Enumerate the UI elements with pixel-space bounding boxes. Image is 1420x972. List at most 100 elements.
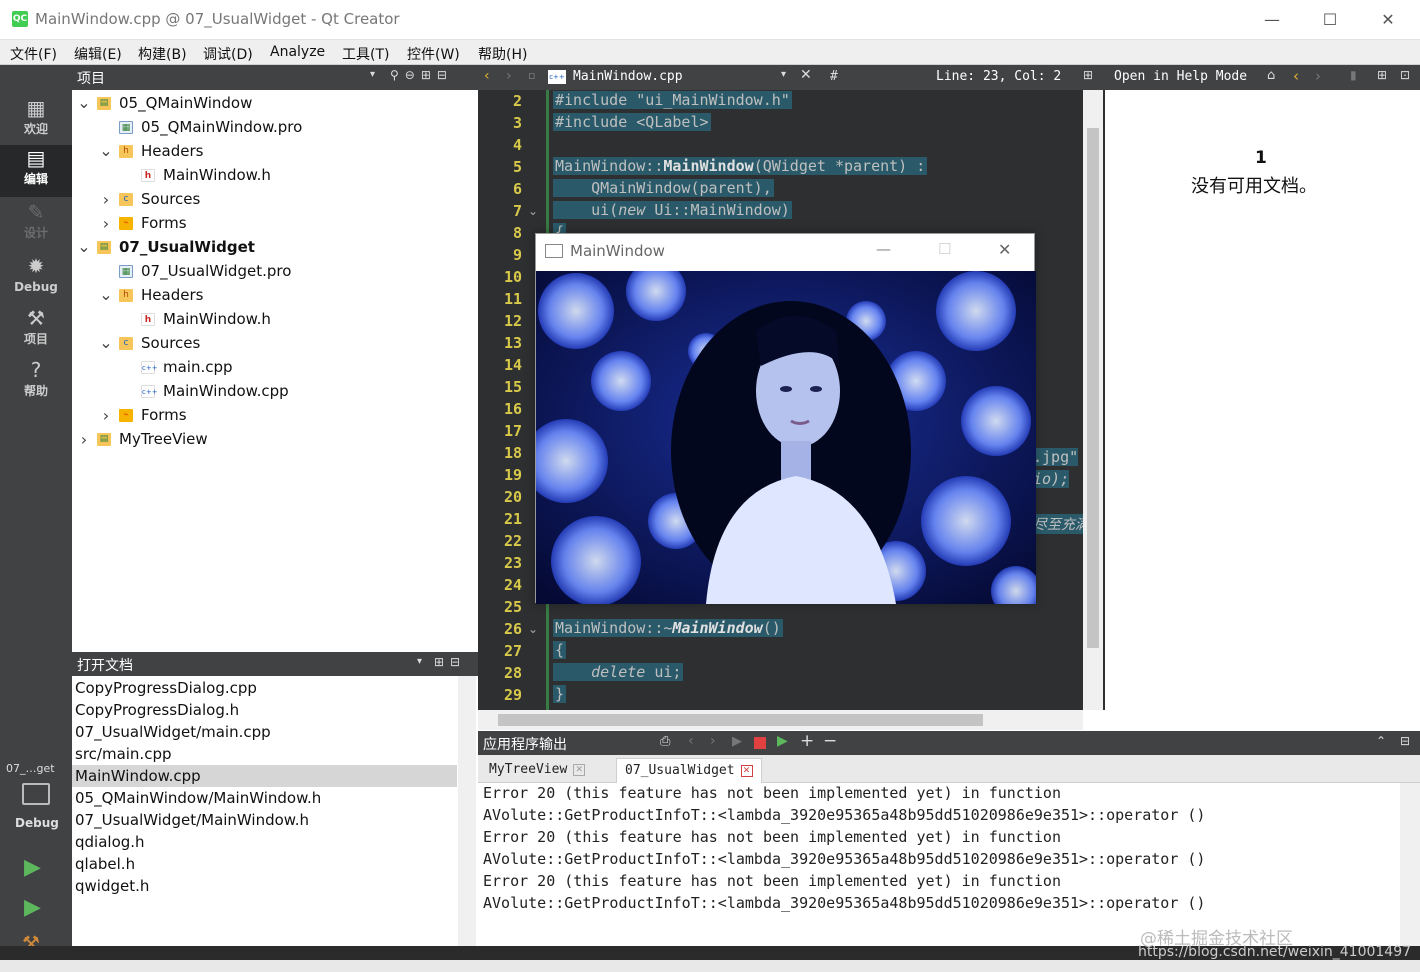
editor-vertical-scrollbar[interactable] xyxy=(1083,90,1103,710)
editor-file-name[interactable]: MainWindow.cpp xyxy=(573,69,683,84)
bookmark-icon[interactable]: ▮ xyxy=(1350,68,1357,82)
prev-arrow-icon[interactable]: ‹ xyxy=(688,733,694,749)
symbol-selector[interactable]: # xyxy=(830,69,838,84)
mode-edit[interactable]: ▤ 编辑 xyxy=(0,145,72,197)
zoom-out-icon[interactable]: − xyxy=(823,731,837,751)
mode-debug[interactable]: ✹ Debug xyxy=(0,253,72,305)
maximize-button[interactable]: ☐ xyxy=(1305,6,1355,34)
back-arrow-icon[interactable]: ‹ xyxy=(484,68,490,84)
mode-projects[interactable]: ⚒ 项目 xyxy=(0,305,72,357)
maximize-pane-icon[interactable]: ⌃ xyxy=(1376,734,1386,748)
open-document-item[interactable]: CopyProgressDialog.h xyxy=(72,699,457,721)
zoom-in-icon[interactable]: + xyxy=(800,731,814,751)
menu-edit[interactable]: 编辑(E) xyxy=(74,44,122,64)
open-document-item[interactable]: 07_UsualWidget/MainWindow.h xyxy=(72,809,457,831)
dropdown-arrow-icon[interactable]: ▾ xyxy=(781,69,786,80)
kit-name[interactable]: 07_…get xyxy=(6,762,55,775)
dropdown-arrow-icon[interactable]: ▾ xyxy=(370,69,375,80)
forward-arrow-icon[interactable]: › xyxy=(1315,67,1321,85)
menu-debug[interactable]: 调试(D) xyxy=(203,44,253,64)
chevron-down-icon[interactable]: ⌄ xyxy=(77,98,91,108)
open-document-item[interactable]: qlabel.h xyxy=(72,853,457,875)
split-icon[interactable]: ⊞ xyxy=(1083,68,1093,82)
chevron-down-icon[interactable]: ⌄ xyxy=(99,290,113,300)
chevron-right-icon[interactable]: › xyxy=(99,214,113,233)
close-button[interactable]: ✕ xyxy=(1363,6,1413,34)
next-arrow-icon[interactable]: › xyxy=(710,733,716,749)
tree-item[interactable]: ⌄hHeaders xyxy=(99,283,203,307)
mode-welcome[interactable]: ▦ 欢迎 xyxy=(0,95,72,147)
menu-widgets[interactable]: 控件(W) xyxy=(407,44,460,64)
chevron-down-icon[interactable]: ⌄ xyxy=(99,146,113,156)
open-document-item[interactable]: 05_QMainWindow/MainWindow.h xyxy=(72,787,457,809)
attach-icon[interactable]: ⎙ xyxy=(660,734,670,749)
open-document-item[interactable]: MainWindow.cpp xyxy=(72,765,457,787)
debug-run-icon[interactable]: ▶ xyxy=(24,895,41,920)
menu-tools[interactable]: 工具(T) xyxy=(342,44,389,64)
chevron-right-icon[interactable]: › xyxy=(99,190,113,209)
debug-run-icon[interactable]: ▶ xyxy=(777,733,788,749)
mode-help[interactable]: ? 帮助 xyxy=(0,357,72,409)
fold-marker-icon[interactable]: ⌄ xyxy=(528,622,538,636)
tree-item[interactable]: ›cSources xyxy=(99,187,200,211)
rerun-icon[interactable]: ▶ xyxy=(732,734,742,749)
tree-item[interactable]: ▦07_UsualWidget.pro xyxy=(99,259,291,283)
tree-item[interactable]: hMainWindow.h xyxy=(121,307,271,331)
mode-design[interactable]: ✎ 设计 xyxy=(0,199,72,251)
scroll-thumb[interactable] xyxy=(1087,128,1099,648)
menu-help[interactable]: 帮助(H) xyxy=(478,44,527,64)
tab-mytreeview[interactable]: MyTreeView✕ xyxy=(481,758,593,783)
pane-toolbar-icons[interactable]: ⊞⊟ xyxy=(434,655,466,669)
chevron-right-icon[interactable]: › xyxy=(77,430,91,449)
back-arrow-icon[interactable]: ‹ xyxy=(1293,67,1299,85)
close-document-icon[interactable]: ✕ xyxy=(800,67,812,83)
open-document-item[interactable]: qwidget.h xyxy=(72,875,457,897)
tree-item[interactable]: c++main.cpp xyxy=(121,355,233,379)
output-scrollbar[interactable] xyxy=(1400,783,1420,946)
home-icon[interactable]: ⌂ xyxy=(1267,68,1275,83)
minimize-button[interactable]: — xyxy=(1247,6,1297,34)
tab-07-usualwidget[interactable]: 07_UsualWidget✕ xyxy=(616,758,762,783)
editor-horizontal-scrollbar[interactable] xyxy=(478,710,1083,730)
tree-item[interactable]: ⌄cSources xyxy=(99,331,200,355)
tree-item[interactable]: ⌄▤05_QMainWindow xyxy=(77,91,252,115)
open-in-help-mode[interactable]: Open in Help Mode xyxy=(1114,69,1247,84)
scroll-thumb[interactable] xyxy=(498,714,983,726)
split-icon[interactable]: ⊞ xyxy=(1377,68,1387,82)
close-icon[interactable]: ✕ xyxy=(741,765,753,777)
tree-item[interactable]: c++MainWindow.cpp xyxy=(121,379,289,403)
tree-item[interactable]: ›⌁Forms xyxy=(99,403,187,427)
stop-icon[interactable] xyxy=(754,737,766,749)
open-document-item[interactable]: src/main.cpp xyxy=(72,743,457,765)
tree-item[interactable]: ›▤MyTreeView xyxy=(77,427,208,451)
maximize-button[interactable]: ☐ xyxy=(938,240,951,258)
pane-toolbar-icons[interactable]: ⚲⊖⊞⊟ xyxy=(390,68,453,82)
chevron-down-icon[interactable]: ⌄ xyxy=(99,338,113,348)
close-icon[interactable]: ✕ xyxy=(573,764,585,776)
line-number: 16 xyxy=(478,400,522,418)
open-document-item[interactable]: CopyProgressDialog.cpp xyxy=(72,677,457,699)
monitor-icon[interactable] xyxy=(22,783,50,805)
forward-arrow-icon[interactable]: › xyxy=(506,68,512,84)
tree-item[interactable]: ⌄hHeaders xyxy=(99,139,203,163)
docs-scrollbar[interactable] xyxy=(458,676,476,946)
run-icon[interactable]: ▶ xyxy=(24,855,41,880)
menu-build[interactable]: 构建(B) xyxy=(138,44,187,64)
mainwindow-popup[interactable]: MainWindow — ☐ ✕ xyxy=(535,233,1035,603)
close-pane-icon[interactable]: ⊡ xyxy=(1400,68,1410,82)
dropdown-arrow-icon[interactable]: ▾ xyxy=(417,656,422,667)
tree-item[interactable]: ▦05_QMainWindow.pro xyxy=(99,115,302,139)
menu-file[interactable]: 文件(F) xyxy=(10,44,57,64)
tree-item[interactable]: hMainWindow.h xyxy=(121,163,271,187)
tree-item[interactable]: ›⌁Forms xyxy=(99,211,187,235)
tree-item[interactable]: ⌄▤07_UsualWidget xyxy=(77,235,255,259)
minimize-button[interactable]: — xyxy=(876,240,891,258)
menu-analyze[interactable]: Analyze xyxy=(270,44,325,60)
open-document-item[interactable]: 07_UsualWidget/main.cpp xyxy=(72,721,457,743)
close-pane-icon[interactable]: ⊟ xyxy=(1400,734,1410,748)
chevron-down-icon[interactable]: ⌄ xyxy=(77,242,91,252)
open-document-item[interactable]: qdialog.h xyxy=(72,831,457,853)
close-button[interactable]: ✕ xyxy=(998,240,1011,259)
fold-marker-icon[interactable]: ⌄ xyxy=(528,204,538,218)
chevron-right-icon[interactable]: › xyxy=(99,406,113,425)
